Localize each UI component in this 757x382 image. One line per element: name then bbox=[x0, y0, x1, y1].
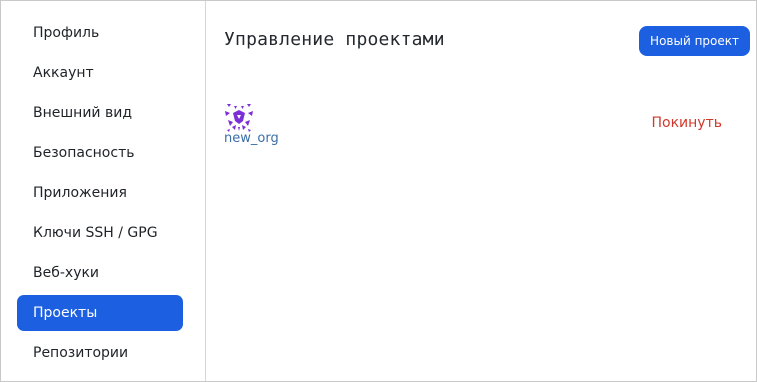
leave-org-button[interactable]: Покинуть bbox=[652, 115, 723, 131]
identicon-avatar-icon[interactable] bbox=[224, 103, 254, 133]
sidebar-item-account[interactable]: Аккаунт bbox=[17, 55, 183, 91]
sidebar-item-profile[interactable]: Профиль bbox=[17, 15, 183, 51]
sidebar-item-webhooks[interactable]: Веб-хуки bbox=[17, 255, 183, 291]
settings-window: Профиль Аккаунт Внешний вид Безопасность… bbox=[0, 0, 757, 382]
org-name-link[interactable]: new_org bbox=[224, 131, 279, 146]
sidebar-item-applications[interactable]: Приложения bbox=[17, 175, 183, 211]
identicon-graphic bbox=[225, 104, 253, 132]
sidebar-item-ssh-gpg-keys[interactable]: Ключи SSH / GPG bbox=[17, 215, 183, 251]
org-row: new_org Покинуть bbox=[224, 103, 730, 151]
main-content: Управление проектами Новый проект new_or… bbox=[206, 1, 756, 381]
sidebar-item-security[interactable]: Безопасность bbox=[17, 135, 183, 171]
sidebar-item-appearance[interactable]: Внешний вид bbox=[17, 95, 183, 131]
settings-sidebar: Профиль Аккаунт Внешний вид Безопасность… bbox=[1, 1, 206, 381]
sidebar-item-projects[interactable]: Проекты bbox=[17, 295, 183, 331]
new-project-button[interactable]: Новый проект bbox=[639, 26, 750, 56]
sidebar-item-repositories[interactable]: Репозитории bbox=[17, 335, 183, 371]
page-title: Управление проектами bbox=[224, 29, 445, 50]
